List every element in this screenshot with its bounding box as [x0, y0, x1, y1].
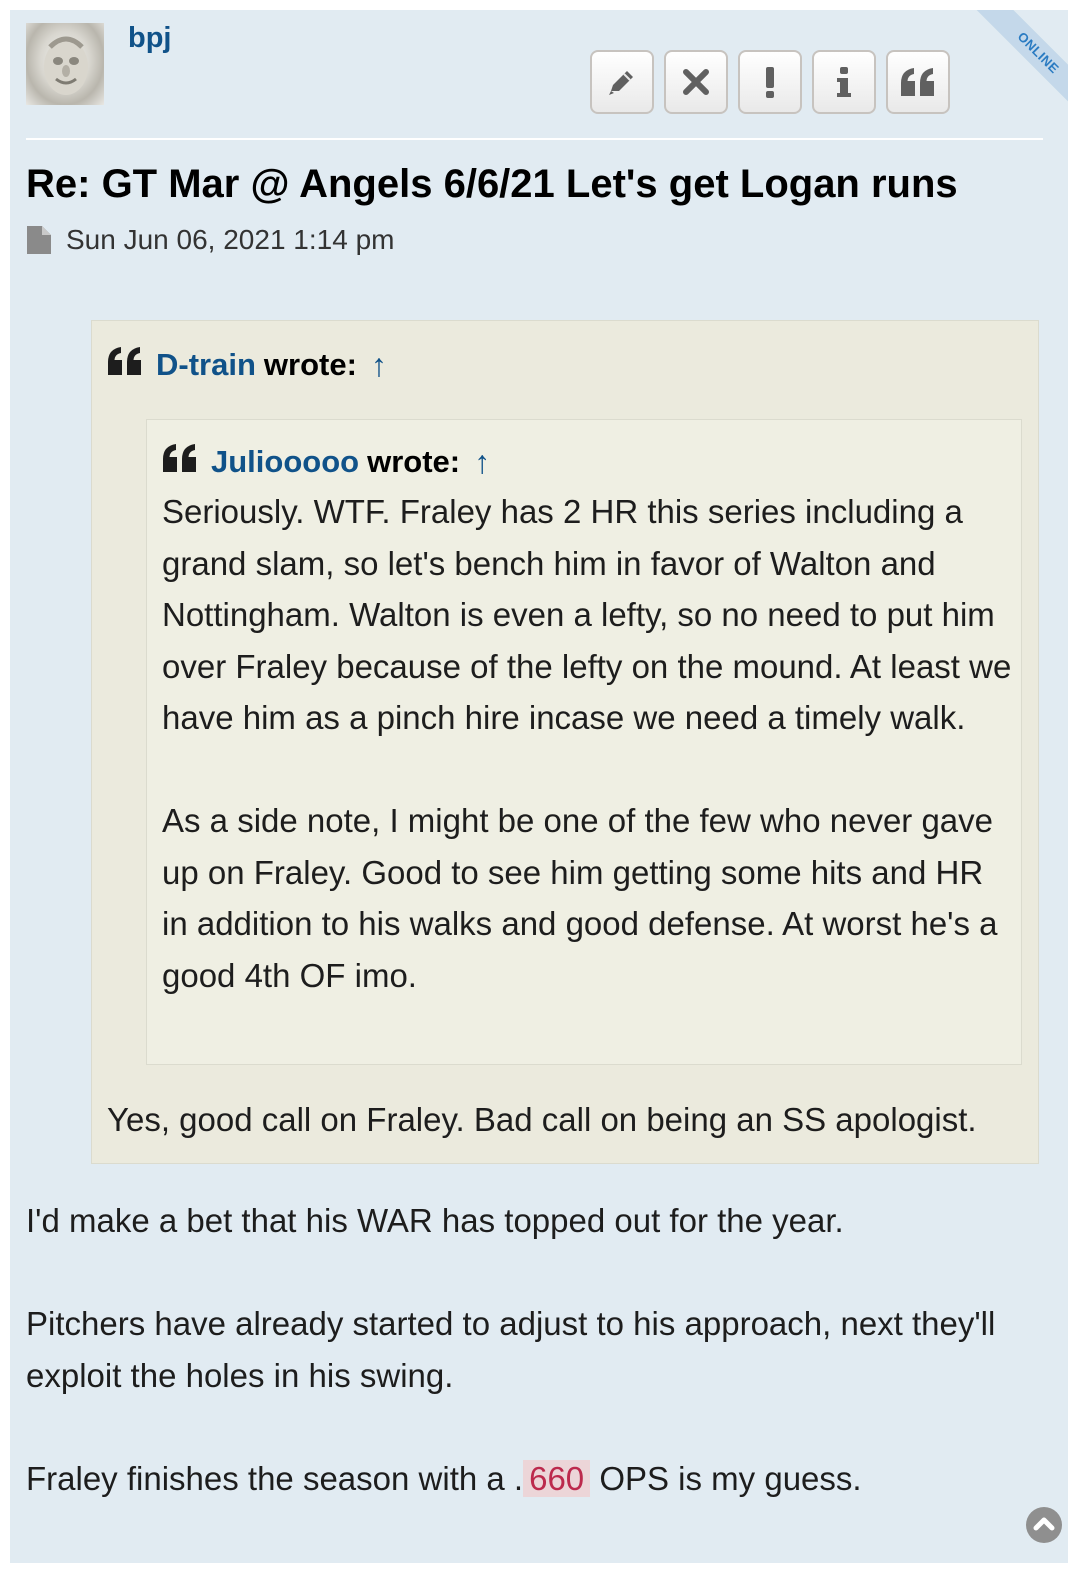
quote-reply-text: Yes, good call on Fraley. Bad call on be…	[107, 1101, 977, 1138]
chevron-up-icon	[1033, 1515, 1055, 1536]
body-paragraph: I'd make a bet that his WAR has topped o…	[26, 1202, 844, 1239]
quote-icon	[161, 442, 199, 482]
info-icon	[834, 65, 854, 99]
quote-cite-outer: D-train wrote: ↑	[106, 345, 387, 385]
post-date: Sun Jun 06, 2021 1:14 pm	[66, 224, 395, 255]
post-tools	[590, 50, 950, 114]
quote-author-link[interactable]: Juliooooo	[211, 444, 359, 480]
quote-icon	[899, 66, 937, 98]
avatar-image	[44, 36, 88, 95]
quote-block-inner: Juliooooo wrote: ↑ Seriously. WTF. Frale…	[146, 419, 1022, 1065]
post: bpj ONLINE Re: GT Mar @ Angels 6/6/21 Le…	[10, 10, 1068, 1563]
body-text-after: OPS is my guess.	[590, 1459, 862, 1497]
body-paragraph: Pitchers have already started to adjust …	[26, 1305, 996, 1394]
post-meta: Sun Jun 06, 2021 1:14 pm	[26, 224, 394, 256]
exclamation-icon	[762, 65, 778, 99]
quote-wrote-label: wrote:	[263, 347, 357, 382]
body-paragraph: Fraley finishes the season with a . 660 O…	[26, 1453, 1036, 1505]
quote-text-inner: Seriously. WTF. Fraley has 2 HR this ser…	[162, 486, 1012, 1053]
quote-author-link[interactable]: D-train	[156, 347, 256, 383]
body-text-before: Fraley finishes the season with a .	[26, 1459, 524, 1497]
online-status-badge: ONLINE	[975, 10, 1068, 116]
quote-cite-inner: Juliooooo wrote: ↑	[161, 442, 490, 482]
quote-block-outer: D-train wrote: ↑ Juliooooo wrote: ↑ Seri…	[91, 320, 1039, 1164]
author-username[interactable]: bpj	[128, 22, 172, 55]
view-quoted-post-link[interactable]: ↑	[474, 444, 490, 481]
quote-icon	[106, 345, 144, 385]
back-to-top-button[interactable]	[1026, 1507, 1062, 1543]
edit-button[interactable]	[590, 50, 654, 114]
pencil-icon	[605, 65, 639, 99]
avatar[interactable]	[26, 23, 104, 105]
highlighted-text: 660	[523, 1459, 591, 1497]
post-file-icon[interactable]	[26, 225, 52, 255]
post-title[interactable]: Re: GT Mar @ Angels 6/6/21 Let's get Log…	[26, 162, 958, 207]
quote-paragraph: Seriously. WTF. Fraley has 2 HR this ser…	[162, 493, 1012, 736]
quote-button[interactable]	[886, 50, 950, 114]
quote-paragraph: As a side note, I might be one of the fe…	[162, 802, 998, 994]
delete-button[interactable]	[664, 50, 728, 114]
report-button[interactable]	[738, 50, 802, 114]
quote-wrote-label: wrote:	[367, 444, 461, 479]
close-icon	[681, 67, 711, 97]
header-divider	[26, 138, 1043, 140]
view-quoted-post-link[interactable]: ↑	[371, 347, 387, 384]
post-body: I'd make a bet that his WAR has topped o…	[26, 1195, 1036, 1556]
info-button[interactable]	[812, 50, 876, 114]
